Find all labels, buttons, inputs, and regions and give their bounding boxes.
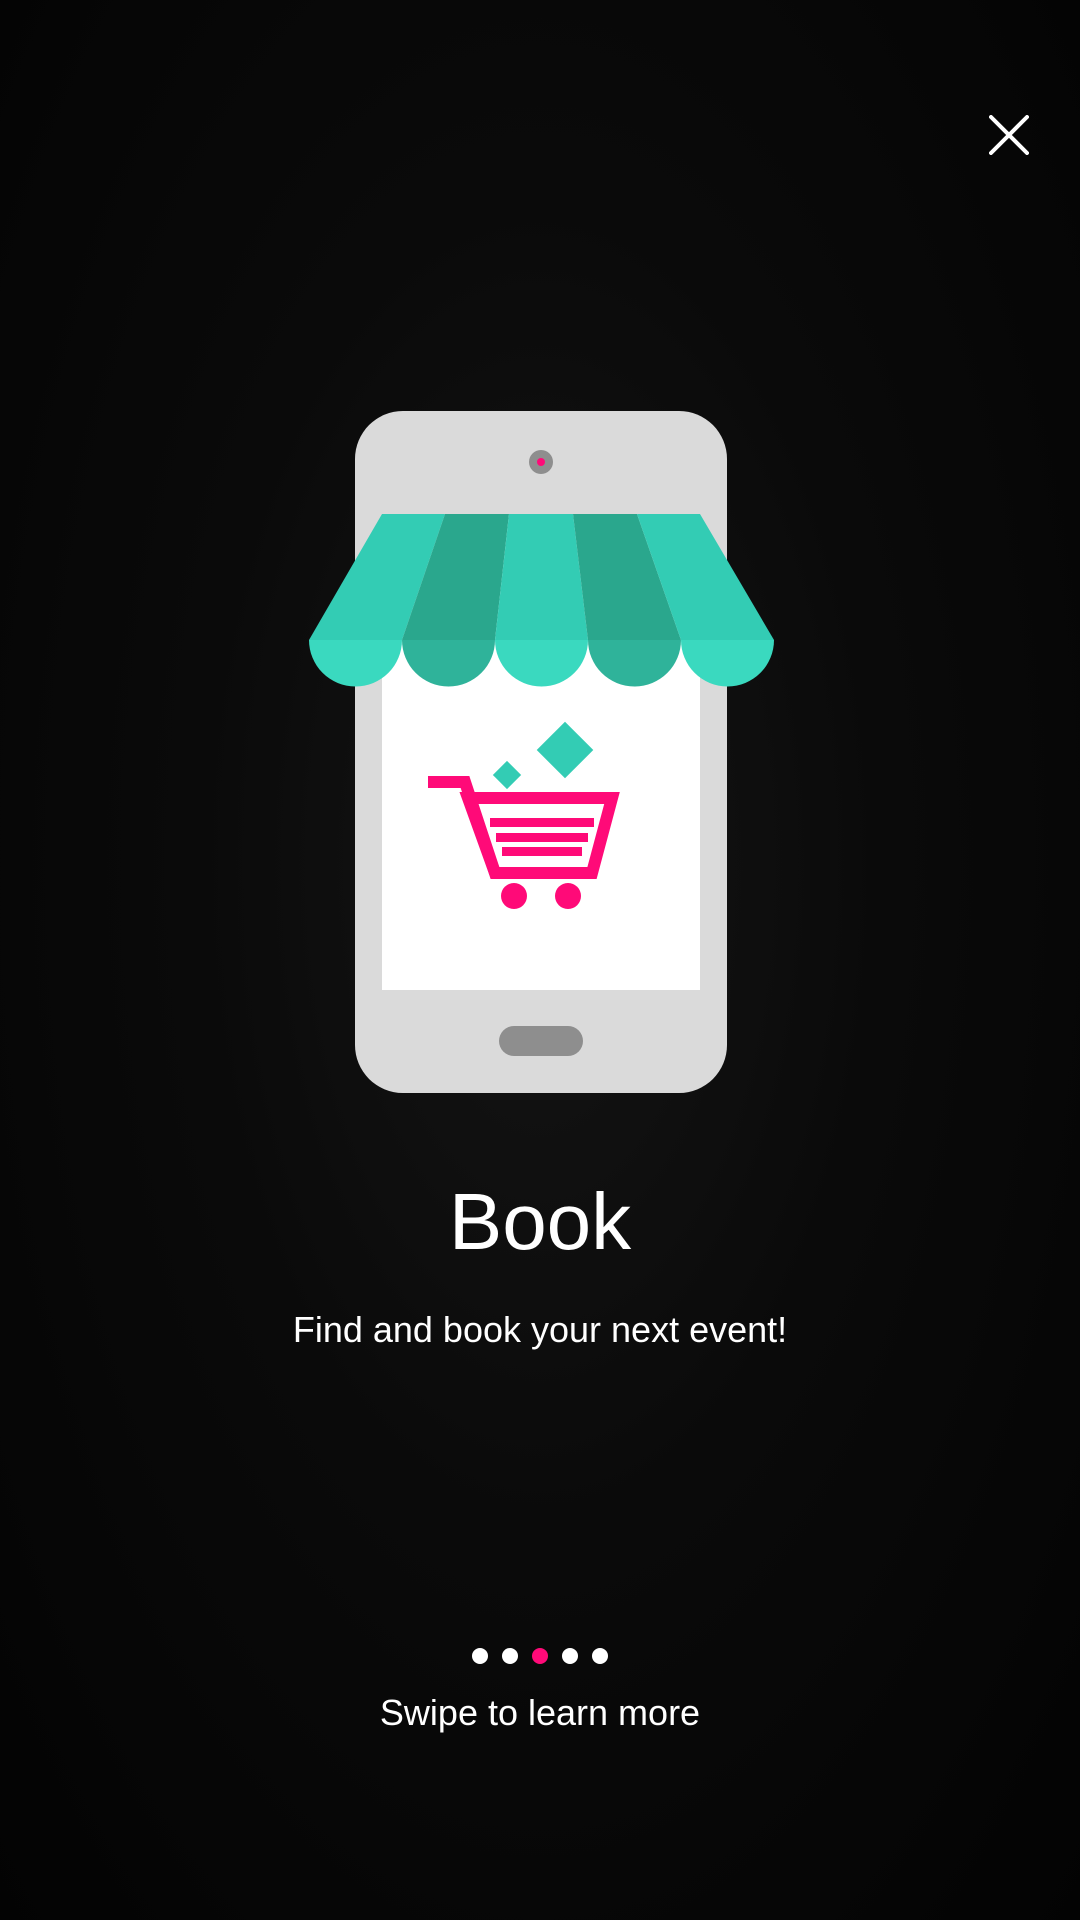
- close-icon: [989, 115, 1029, 155]
- page-title: Book: [448, 1177, 632, 1266]
- page-dot-5[interactable]: [592, 1648, 608, 1664]
- storefront-phone-illustration: [309, 411, 774, 1093]
- page-indicator: [0, 1648, 1080, 1664]
- awning: [309, 514, 774, 687]
- phone-home-button: [499, 1026, 583, 1056]
- page-dot-2[interactable]: [502, 1648, 518, 1664]
- page-dot-1[interactable]: [472, 1648, 488, 1664]
- swipe-hint: Swipe to learn more: [379, 1692, 701, 1733]
- page-subtitle: Find and book your next event!: [292, 1309, 788, 1350]
- close-button[interactable]: [972, 98, 1046, 172]
- page-dot-4[interactable]: [562, 1648, 578, 1664]
- onboarding-screen: Book Find and book your next event! Swip…: [0, 0, 1080, 1920]
- page-dot-3-active[interactable]: [532, 1648, 548, 1664]
